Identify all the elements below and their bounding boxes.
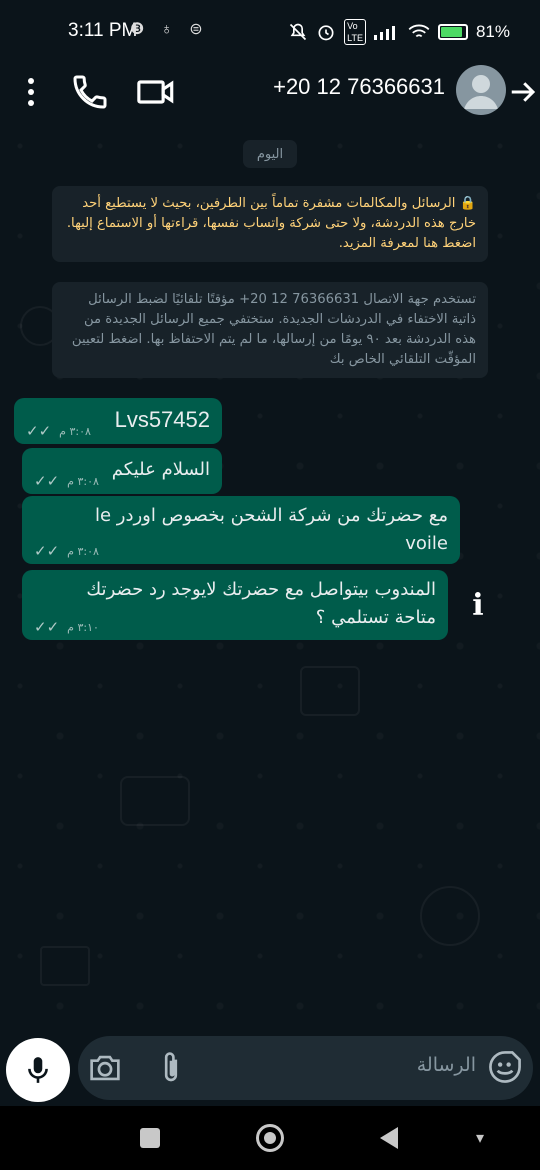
read-ticks-icon: ✓✓ xyxy=(34,472,60,490)
message-text: السلام عليكم xyxy=(111,459,210,480)
emoji-icon[interactable] xyxy=(488,1050,522,1084)
date-chip: اليوم xyxy=(243,140,297,168)
message-time: ٣:١٠ م xyxy=(67,620,99,634)
message-text: المندوب بيتواصل مع حضرتك لايوجد رد حضرتك… xyxy=(86,579,436,628)
system-nav-bar: ▾ xyxy=(0,1106,540,1170)
message-bubble[interactable]: السلام عليكم ✓✓ ٣:٠٨ م xyxy=(22,448,222,494)
wallpaper-doodle xyxy=(300,666,360,716)
chat-area[interactable]: اليوم 🔒 الرسائل والمكالمات مشفرة تماماً … xyxy=(0,126,540,1036)
avatar-icon[interactable] xyxy=(456,65,506,115)
recents-icon[interactable] xyxy=(140,1128,160,1148)
alarm-icon xyxy=(318,25,334,41)
info-icon[interactable]: i xyxy=(466,586,490,626)
video-call-icon[interactable] xyxy=(136,74,176,110)
message-meta: ✓✓ ٣:٠٨ م xyxy=(34,472,99,490)
message-bubble[interactable]: المندوب بيتواصل مع حضرتك لايوجد رد حضرتك… xyxy=(22,570,448,640)
mic-icon xyxy=(28,1057,48,1083)
battery-icon xyxy=(437,24,468,40)
camera-icon[interactable] xyxy=(88,1052,122,1084)
status-right-group: Vo LTE 81% xyxy=(288,19,510,45)
mic-button[interactable] xyxy=(6,1038,70,1102)
nav-extra-icon[interactable]: ▾ xyxy=(470,1128,490,1148)
status-bar: 3:11 PM ❸ ♁ ⊜ Vo LTE 81% xyxy=(0,0,540,60)
status-time: 3:11 PM xyxy=(68,20,138,41)
message-text: Lvs57452 xyxy=(114,407,210,432)
message-meta: ✓✓ ٣:١٠ م xyxy=(34,618,99,636)
read-ticks-icon: ✓✓ xyxy=(34,542,60,560)
message-meta: ✓✓ ٣:٠٨ م xyxy=(26,422,91,440)
volte-icon: Vo LTE xyxy=(344,19,366,45)
more-vert-icon[interactable] xyxy=(18,74,44,110)
message-bubble[interactable]: مع حضرتك من شركة الشحن بخصوص اوردر le vo… xyxy=(22,496,460,564)
mute-icon xyxy=(290,23,307,41)
message-input-placeholder: الرسالة xyxy=(416,1054,476,1076)
encryption-notice[interactable]: 🔒 الرسائل والمكالمات مشفرة تماماً بين ال… xyxy=(52,186,488,262)
message-bubble[interactable]: Lvs57452 ✓✓ ٣:٠٨ م xyxy=(14,398,222,444)
wallpaper-doodle xyxy=(120,776,190,826)
message-meta: ✓✓ ٣:٠٨ م xyxy=(34,542,99,560)
status-notification-icons: ❸ ♁ ⊜ xyxy=(130,21,209,38)
wallpaper-doodle xyxy=(420,886,480,946)
disappearing-messages-notice[interactable]: تستخدم جهة الاتصال ‎+20 12 76366631‎ مؤق… xyxy=(52,282,488,378)
read-ticks-icon: ✓✓ xyxy=(26,422,52,440)
wifi-icon xyxy=(408,24,430,38)
wallpaper-doodle xyxy=(40,946,90,986)
back-arrow-icon[interactable] xyxy=(508,74,538,110)
message-input[interactable]: الرسالة xyxy=(78,1036,533,1100)
contact-name[interactable]: +20 12 76366631 xyxy=(250,74,445,110)
attach-icon[interactable] xyxy=(158,1050,184,1086)
nav-back-icon[interactable] xyxy=(380,1127,398,1149)
phone-icon[interactable] xyxy=(70,72,110,112)
battery-percent: 81% xyxy=(475,22,510,41)
message-time: ٣:٠٨ م xyxy=(67,474,99,488)
chat-header: +20 12 76366631 xyxy=(0,60,540,126)
message-text: مع حضرتك من شركة الشحن بخصوص اوردر le vo… xyxy=(94,505,448,554)
message-time: ٣:٠٨ م xyxy=(59,424,91,438)
read-ticks-icon: ✓✓ xyxy=(34,618,60,636)
signal-icon xyxy=(373,26,395,40)
composer: الرسالة xyxy=(0,1036,540,1106)
message-time: ٣:٠٨ م xyxy=(67,544,99,558)
home-icon[interactable] xyxy=(256,1124,284,1152)
